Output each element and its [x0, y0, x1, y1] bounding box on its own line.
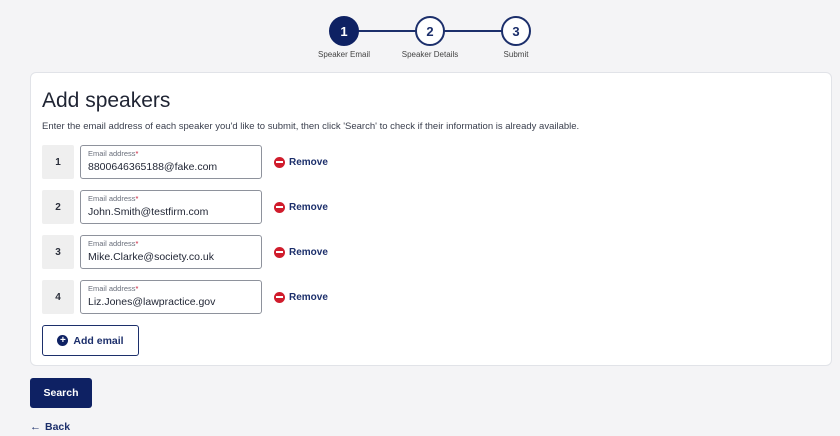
- step-label: Submit: [503, 50, 529, 59]
- email-field[interactable]: Email address* Mike.Clarke@society.co.uk: [80, 235, 262, 269]
- speaker-row: 1 Email address* 8800646365188@fake.com …: [42, 145, 342, 179]
- row-number: 1: [42, 145, 74, 179]
- step-circle: 1: [329, 16, 359, 46]
- speaker-row: 3 Email address* Mike.Clarke@society.co.…: [42, 235, 342, 269]
- row-number: 3: [42, 235, 74, 269]
- email-field[interactable]: Email address* John.Smith@testfirm.com: [80, 190, 262, 224]
- row-number: 4: [42, 280, 74, 314]
- row-number: 2: [42, 190, 74, 224]
- remove-button[interactable]: Remove: [274, 289, 328, 305]
- speaker-row: 4 Email address* Liz.Jones@lawpractice.g…: [42, 280, 342, 314]
- speaker-row: 2 Email address* John.Smith@testfirm.com…: [42, 190, 342, 224]
- step-label: Speaker Details: [401, 50, 459, 59]
- remove-label: Remove: [289, 201, 328, 213]
- back-link[interactable]: ← Back: [30, 420, 70, 434]
- form-description: Enter the email address of each speaker …: [42, 121, 580, 132]
- email-field-label: Email address*: [88, 194, 139, 203]
- arrow-left-icon: ←: [30, 421, 41, 433]
- add-email-button[interactable]: + Add email: [42, 325, 139, 356]
- remove-button[interactable]: Remove: [274, 244, 328, 260]
- email-field-label: Email address*: [88, 149, 139, 158]
- add-email-label: Add email: [73, 334, 124, 347]
- step-circle: 3: [501, 16, 531, 46]
- email-field-value[interactable]: John.Smith@testfirm.com: [88, 204, 254, 220]
- email-field[interactable]: Email address* 8800646365188@fake.com: [80, 145, 262, 179]
- step-label: Speaker Email: [317, 50, 371, 59]
- remove-button[interactable]: Remove: [274, 154, 328, 170]
- remove-icon: [274, 156, 285, 168]
- email-field-label: Email address*: [88, 239, 139, 248]
- email-field-value[interactable]: 8800646365188@fake.com: [88, 159, 254, 175]
- remove-icon: [274, 201, 285, 213]
- progress-stepper: 1 Speaker Email 2 Speaker Details 3 Subm…: [0, 16, 840, 60]
- step-circle: 2: [415, 16, 445, 46]
- remove-label: Remove: [289, 246, 328, 258]
- step-speaker-details: 2 Speaker Details: [385, 16, 475, 59]
- email-field-label: Email address*: [88, 284, 139, 293]
- remove-icon: [274, 246, 285, 258]
- step-submit: 3 Submit: [471, 16, 561, 59]
- email-field[interactable]: Email address* Liz.Jones@lawpractice.gov: [80, 280, 262, 314]
- back-label: Back: [45, 421, 71, 433]
- add-speakers-card: Add speakers Enter the email address of …: [30, 72, 832, 366]
- remove-icon: [274, 291, 285, 303]
- email-field-value[interactable]: Liz.Jones@lawpractice.gov: [88, 294, 254, 310]
- step-speaker-email: 1 Speaker Email: [299, 16, 389, 59]
- search-button[interactable]: Search: [30, 378, 92, 408]
- remove-label: Remove: [289, 291, 328, 303]
- remove-label: Remove: [289, 156, 328, 168]
- remove-button[interactable]: Remove: [274, 199, 328, 215]
- page-title: Add speakers: [42, 89, 171, 112]
- email-field-value[interactable]: Mike.Clarke@society.co.uk: [88, 249, 254, 265]
- plus-circle-icon: +: [57, 335, 69, 346]
